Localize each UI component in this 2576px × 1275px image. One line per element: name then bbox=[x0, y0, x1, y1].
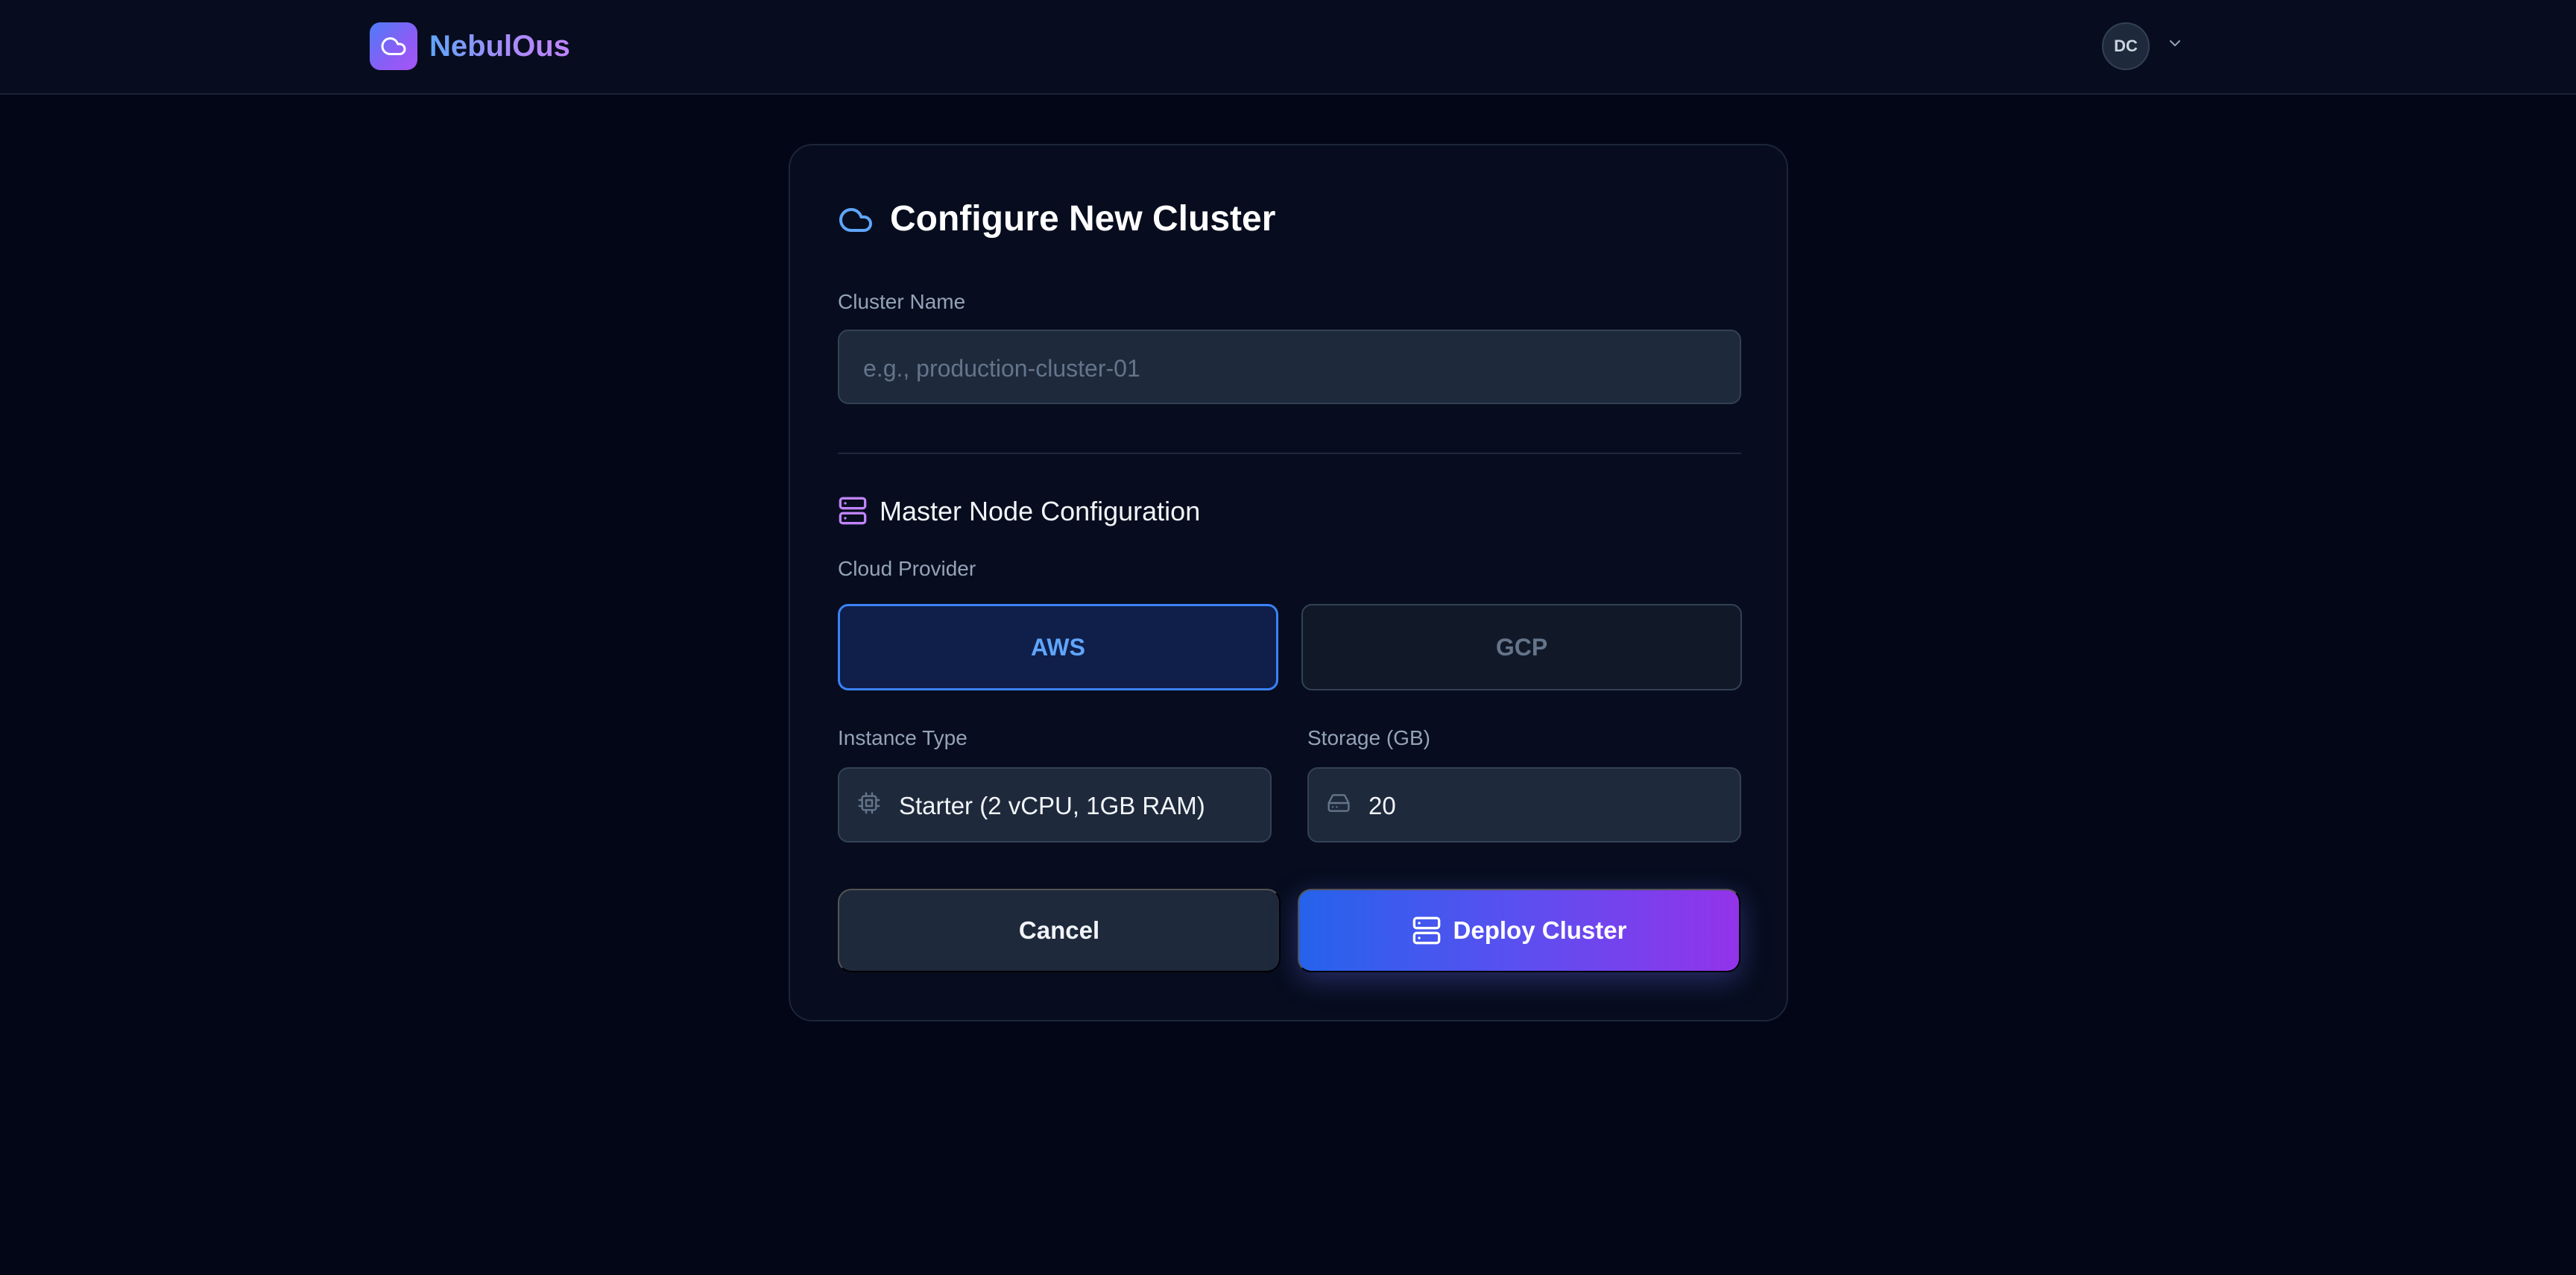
section-divider bbox=[838, 453, 1741, 454]
logo[interactable] bbox=[370, 22, 417, 70]
server-icon bbox=[1412, 916, 1440, 945]
instance-type-value: Starter (2 vCPU, 1GB RAM) bbox=[899, 792, 1205, 819]
instance-type-label: Instance Type bbox=[838, 726, 967, 749]
provider-aws-button[interactable]: AWS bbox=[838, 604, 1278, 690]
top-navigation-bar: NebulOus DC bbox=[0, 0, 2576, 95]
deploy-button-label: Deploy Cluster bbox=[1453, 916, 1627, 944]
card-title: Configure New Cluster bbox=[890, 199, 1276, 239]
cluster-name-placeholder: e.g., production-cluster-01 bbox=[863, 355, 1140, 382]
provider-gcp-button[interactable]: GCP bbox=[1301, 604, 1742, 690]
hard-drive-icon bbox=[1328, 794, 1350, 812]
storage-input[interactable]: 20 bbox=[1307, 767, 1741, 843]
storage-value: 20 bbox=[1368, 792, 1396, 819]
configure-cluster-card: Configure New Cluster Cluster Name e.g.,… bbox=[789, 144, 1788, 1021]
storage-label: Storage (GB) bbox=[1307, 726, 1430, 749]
cluster-name-input[interactable]: e.g., production-cluster-01 bbox=[838, 330, 1741, 404]
cloud-icon bbox=[839, 208, 872, 232]
cpu-icon bbox=[858, 792, 880, 814]
server-icon bbox=[839, 497, 867, 525]
chevron-down-icon[interactable] bbox=[2166, 34, 2184, 52]
master-node-section-title: Master Node Configuration bbox=[880, 496, 1201, 526]
deploy-cluster-button[interactable]: Deploy Cluster bbox=[1298, 889, 1740, 972]
cluster-name-label: Cluster Name bbox=[838, 290, 966, 313]
cancel-button[interactable]: Cancel bbox=[838, 889, 1281, 972]
cloud-icon bbox=[381, 37, 406, 55]
instance-type-select[interactable]: Starter (2 vCPU, 1GB RAM) bbox=[838, 767, 1272, 843]
brand-name[interactable]: NebulOus bbox=[429, 25, 570, 67]
cloud-provider-label: Cloud Provider bbox=[838, 557, 976, 580]
user-avatar[interactable]: DC bbox=[2102, 22, 2150, 70]
cancel-button-label: Cancel bbox=[1018, 916, 1100, 944]
